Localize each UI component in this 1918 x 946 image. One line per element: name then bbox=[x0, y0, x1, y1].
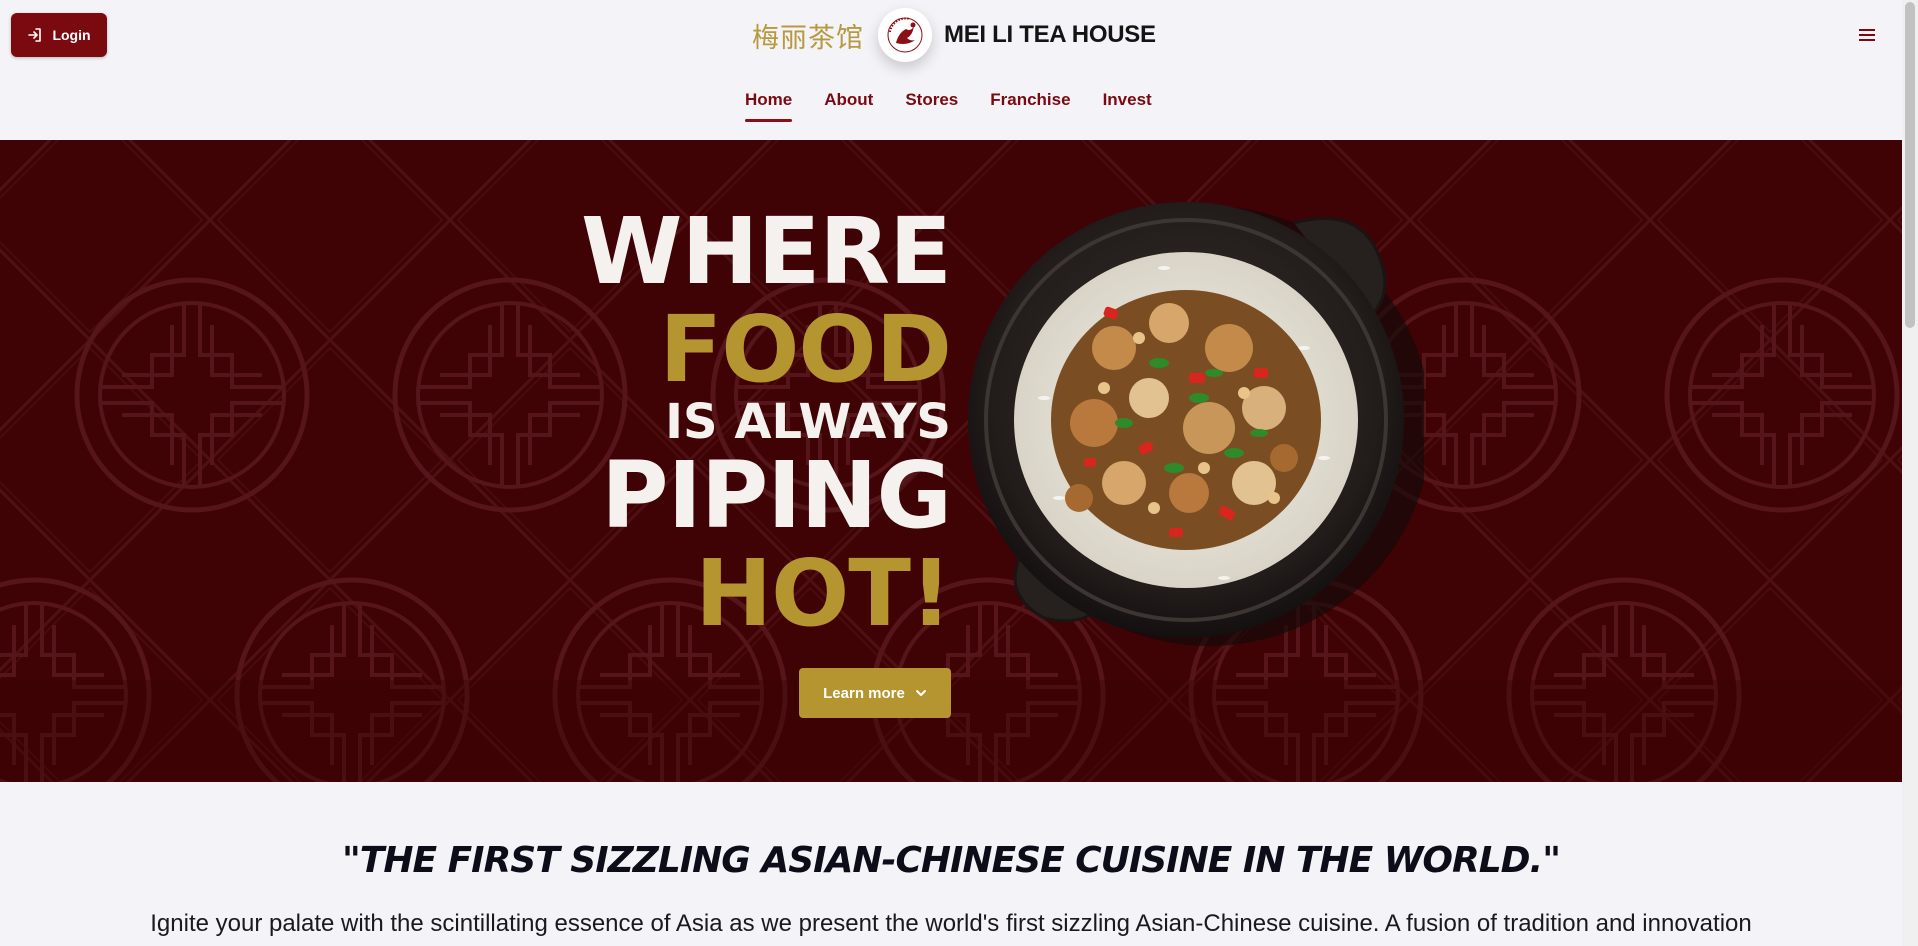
hero-headline: WHERE FOOD IS ALWAYS PIPING HOT! bbox=[580, 198, 952, 647]
sizzling-dish-image bbox=[968, 202, 1424, 646]
headline-line-4: PIPING bbox=[601, 442, 952, 549]
login-button[interactable]: Login bbox=[11, 13, 107, 57]
learn-more-button[interactable]: Learn more bbox=[799, 668, 951, 718]
nav-stores[interactable]: Stores bbox=[905, 90, 958, 122]
login-icon bbox=[28, 28, 42, 42]
headline-line-1: WHERE bbox=[580, 198, 952, 305]
brand-name: MEI LI TEA HOUSE bbox=[944, 21, 1156, 48]
nav-franchise[interactable]: Franchise bbox=[990, 90, 1070, 122]
page-scrollbar[interactable] bbox=[1902, 0, 1918, 946]
chevron-down-icon bbox=[915, 690, 926, 696]
scrollbar-thumb[interactable] bbox=[1905, 2, 1915, 328]
headline-line-2: FOOD bbox=[659, 296, 952, 403]
hero-section: WHERE FOOD IS ALWAYS PIPING HOT! Learn m… bbox=[0, 140, 1902, 782]
intro-paragraph: Ignite your palate with the scintillatin… bbox=[150, 910, 1752, 937]
hamburger-menu-icon[interactable] bbox=[1856, 24, 1878, 46]
nav-home[interactable]: Home bbox=[745, 90, 793, 122]
main-nav: Home About Stores Franchise Invest bbox=[745, 90, 1184, 122]
brand[interactable]: 梅丽茶馆 MEI LI TEA HOUSE bbox=[752, 8, 1156, 62]
nav-invest[interactable]: Invest bbox=[1103, 90, 1152, 122]
learn-more-label: Learn more bbox=[823, 684, 905, 702]
tagline-heading: "THE FIRST SIZZLING ASIAN-CHINESE CUISIN… bbox=[342, 840, 1561, 881]
headline-line-3: IS ALWAYS bbox=[665, 394, 951, 450]
login-label: Login bbox=[52, 27, 91, 43]
headline-line-5: HOT! bbox=[695, 540, 952, 647]
logo-seal-icon bbox=[878, 8, 932, 62]
hero-pattern-background bbox=[0, 140, 1902, 782]
chinese-logo: 梅丽茶馆 bbox=[752, 22, 864, 54]
site-header: Login 梅丽茶馆 MEI LI TEA HOUSE Home About S… bbox=[0, 0, 1902, 140]
nav-about[interactable]: About bbox=[824, 90, 873, 122]
